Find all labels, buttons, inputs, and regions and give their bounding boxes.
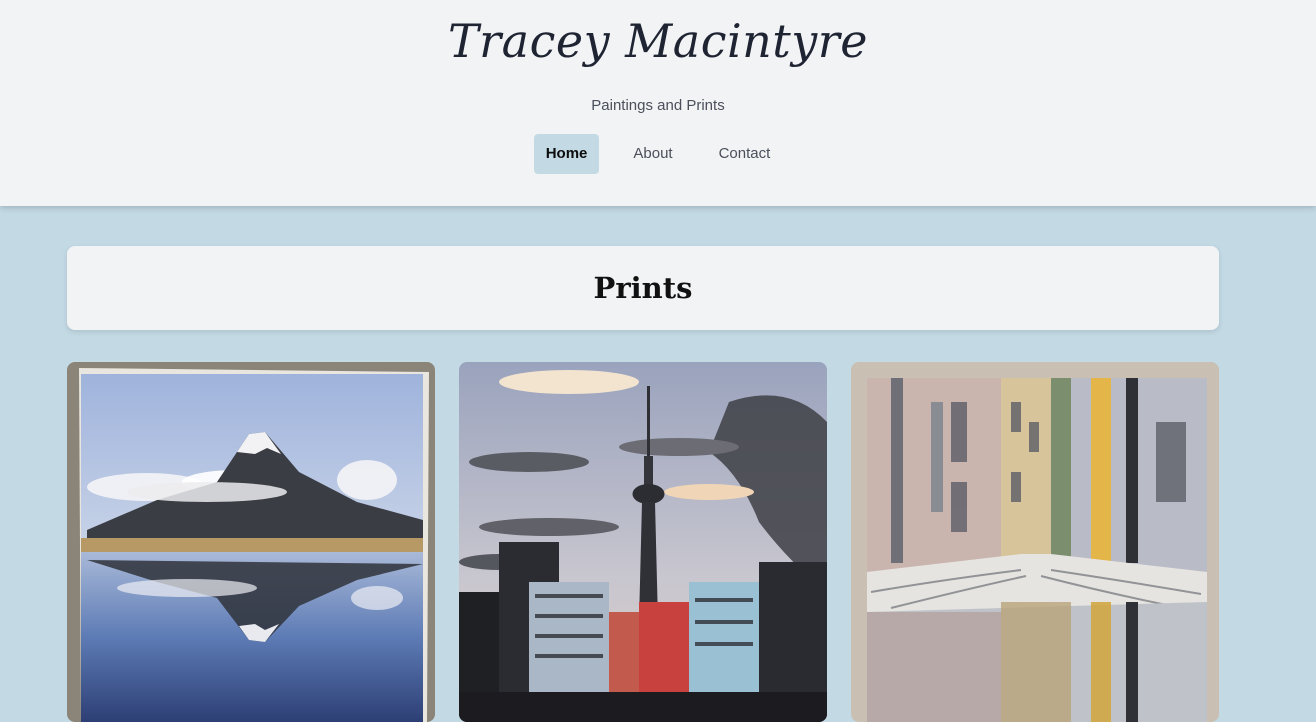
- main-nav: Home About Contact: [0, 134, 1316, 174]
- mountain-lake-painting: [67, 362, 435, 722]
- print-card-street[interactable]: [851, 362, 1219, 722]
- prints-heading-card: Prints: [67, 246, 1219, 330]
- nav-contact-link[interactable]: Contact: [707, 134, 783, 174]
- city-tower-painting: [459, 362, 827, 722]
- nav-home-link[interactable]: Home: [533, 134, 600, 174]
- street-reflection-painting: [851, 362, 1219, 722]
- nav-about-link[interactable]: About: [621, 134, 684, 174]
- site-tagline: Paintings and Prints: [591, 97, 725, 114]
- site-header: Tracey Macintyre Paintings and Prints Ho…: [0, 0, 1316, 206]
- print-card-city[interactable]: [459, 362, 827, 722]
- print-card-mountain[interactable]: [67, 362, 435, 722]
- site-title[interactable]: Tracey Macintyre: [0, 14, 1316, 68]
- section-title: Prints: [593, 271, 693, 305]
